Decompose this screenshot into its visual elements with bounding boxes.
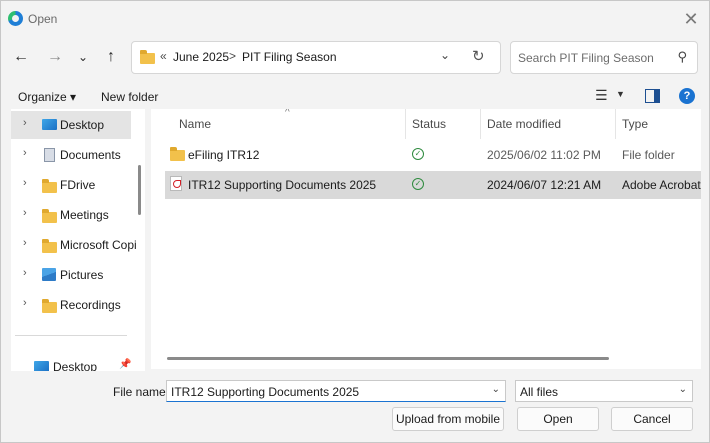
organize-label: Organize [18,90,67,104]
file-name-input[interactable]: ITR12 Supporting Documents 2025 ⌄ [166,380,506,402]
sidebar-item-documents[interactable]: › Documents [11,141,145,169]
sidebar-pinned-desktop[interactable]: Desktop 📌 [11,353,145,371]
view-dropdown-caret-icon[interactable]: ▼ [616,89,625,99]
chevron-down-icon[interactable]: ⌄ [492,384,500,395]
folder-icon [42,179,57,193]
cancel-button[interactable]: Cancel [611,407,693,431]
sidebar-item-label: Recordings [60,298,121,312]
sidebar-item-label: Microsoft Copi [60,238,137,252]
search-icon[interactable]: ⚲ [677,49,687,65]
file-type: File folder [622,148,675,162]
expand-chevron-icon[interactable]: › [23,267,27,279]
chevron-down-icon[interactable]: ⌄ [679,384,687,395]
file-date-modified: 2025/06/02 11:02 PM [487,148,601,162]
file-name: ITR12 Supporting Documents 2025 [188,178,377,192]
navigation-pane: › Desktop › Documents › FDrive › Meeting… [11,109,145,371]
help-icon[interactable]: ? [679,88,695,104]
sidebar-item-microsoft-copilot[interactable]: › Microsoft Copi [11,231,145,259]
synced-check-icon: ✓ [412,148,424,160]
documents-icon [44,148,55,162]
column-header-name[interactable]: Name [179,117,211,131]
address-bar[interactable]: « June 2025 > PIT Filing Season ⌄ ↻ [131,41,501,74]
sidebar-item-label: Meetings [60,208,109,222]
breadcrumb-separator: > [229,49,237,63]
file-name-label: File name: [113,385,170,399]
sidebar-item-pictures[interactable]: › Pictures [11,261,145,289]
folder-icon [42,299,57,313]
sidebar-item-label: FDrive [60,178,96,192]
preview-pane-icon[interactable] [645,89,660,103]
sidebar-item-label: Documents [60,148,121,162]
search-box[interactable]: Search PIT Filing Season ⚲ [510,41,698,74]
open-file-dialog: Open ✕ ← → ⌄ ↑ « June 2025 > PIT Filing … [0,0,710,443]
expand-chevron-icon[interactable]: › [23,117,27,129]
desktop-icon [34,361,49,371]
upload-from-mobile-button[interactable]: Upload from mobile [392,407,504,431]
file-type: Adobe Acrobat [622,178,701,192]
sidebar-item-recordings[interactable]: › Recordings [11,291,145,319]
pictures-icon [42,268,56,281]
column-header-type[interactable]: Type [622,117,648,131]
breadcrumb-june-2025[interactable]: June 2025 [173,50,229,64]
column-header-status[interactable]: Status [412,117,446,131]
synced-check-icon: ✓ [412,178,424,190]
view-options-icon[interactable]: ☰ [595,87,608,104]
refresh-icon[interactable]: ↻ [472,47,485,65]
sidebar-item-meetings[interactable]: › Meetings [11,201,145,229]
expand-chevron-icon[interactable]: › [23,237,27,249]
file-date-modified: 2024/06/07 12:21 AM [487,178,602,192]
breadcrumb-pit-filing-season[interactable]: PIT Filing Season [242,50,337,64]
column-divider[interactable] [615,109,616,139]
close-icon[interactable]: ✕ [681,9,701,29]
file-list: ^ Name Status Date modified Type eFiling… [151,109,701,369]
expand-chevron-icon[interactable]: › [23,147,27,159]
back-arrow-icon[interactable]: ← [9,45,33,69]
sidebar-item-desktop[interactable]: › Desktop [11,111,131,139]
organize-button[interactable]: Organize ▾ [18,90,76,104]
pin-icon: 📌 [119,359,132,370]
horizontal-scrollbar[interactable] [167,357,609,360]
folder-icon [140,50,155,64]
sidebar-item-label: Desktop [60,118,105,132]
folder-icon [42,209,57,223]
file-name-value: ITR12 Supporting Documents 2025 [171,385,360,399]
address-dropdown-chevron-icon[interactable]: ⌄ [440,48,450,62]
pdf-icon [170,176,182,191]
file-name: eFiling ITR12 [188,148,260,162]
window-title: Open [28,12,58,26]
expand-chevron-icon[interactable]: › [23,207,27,219]
column-divider[interactable] [480,109,481,139]
file-type-select[interactable]: All files ⌄ [515,380,693,402]
folder-icon [42,239,57,253]
expand-chevron-icon[interactable]: › [23,297,27,309]
file-row-itr12-supporting-documents[interactable]: ITR12 Supporting Documents 2025 ✓ 2024/0… [165,171,701,199]
column-divider[interactable] [405,109,406,139]
breadcrumb-overflow[interactable]: « [160,49,167,63]
folder-icon [170,147,185,161]
sidebar-divider [15,335,127,336]
forward-arrow-icon[interactable]: → [43,45,67,69]
column-header-date-modified[interactable]: Date modified [487,117,561,131]
file-row-efiling-itr12[interactable]: eFiling ITR12 ✓ 2025/06/02 11:02 PM File… [165,141,701,169]
file-type-value: All files [520,385,559,399]
sidebar-item-fdrive[interactable]: › FDrive [11,171,145,199]
new-folder-button[interactable]: New folder [101,90,158,104]
title-bar: Open ✕ [1,1,709,37]
sidebar-item-label: Pictures [60,268,104,282]
sidebar-item-label: Desktop [53,360,98,371]
open-button[interactable]: Open [517,407,599,431]
up-arrow-icon[interactable]: ↑ [99,45,123,69]
sort-ascending-icon: ^ [285,109,290,118]
edge-app-icon [8,11,23,26]
sidebar-scrollbar[interactable] [138,165,141,215]
search-input[interactable]: Search PIT Filing Season [518,51,654,65]
expand-chevron-icon[interactable]: › [23,177,27,189]
desktop-icon [42,119,57,130]
recent-locations-chevron-icon[interactable]: ⌄ [71,45,95,69]
